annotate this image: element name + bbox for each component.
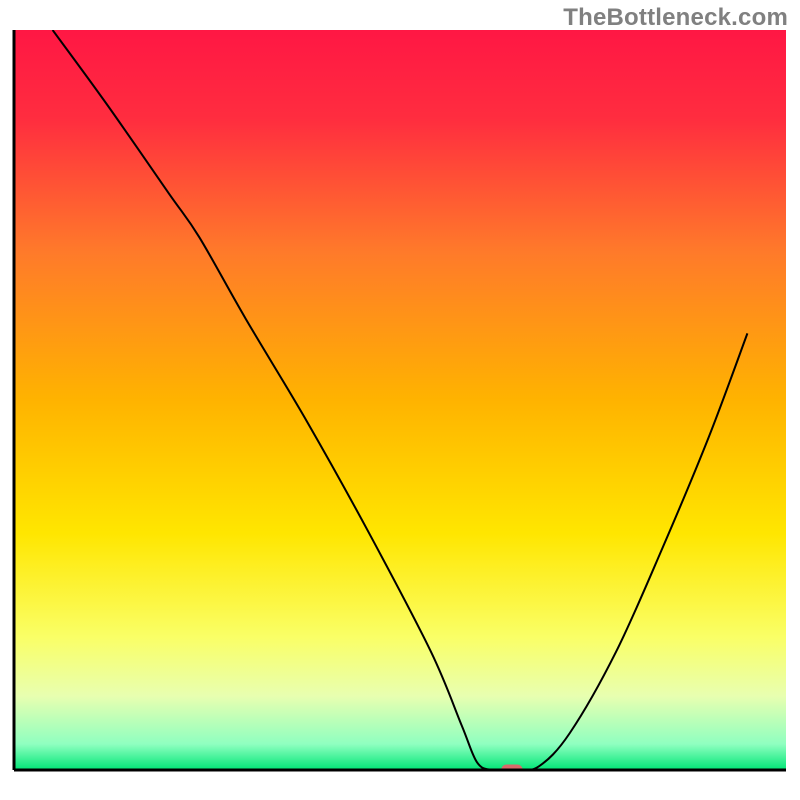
watermark-text: TheBottleneck.com [563, 4, 788, 32]
gradient-background [14, 30, 786, 770]
bottleneck-chart [0, 0, 800, 800]
chart-container: TheBottleneck.com [0, 0, 800, 800]
